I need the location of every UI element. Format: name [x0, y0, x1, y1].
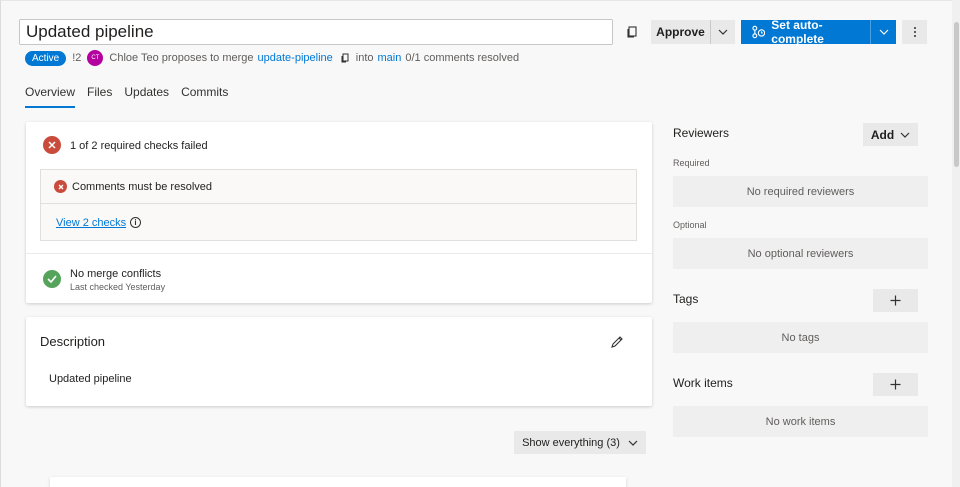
chevron-down-icon — [900, 132, 910, 138]
status-badge: Active — [25, 50, 67, 66]
edit-icon — [611, 336, 623, 348]
comments-check-row: Comments must be resolved — [41, 170, 636, 204]
tags-title: Tags — [673, 292, 699, 306]
copy-icon — [627, 26, 637, 38]
checks-detail-box: Comments must be resolved View 2 checks … — [40, 169, 637, 241]
copy-icon[interactable] — [339, 52, 351, 64]
checks-card: 1 of 2 required checks failed Comments m… — [26, 122, 652, 303]
checks-summary: 1 of 2 required checks failed — [70, 140, 208, 152]
source-branch-link[interactable]: update-pipeline — [258, 52, 333, 64]
more-icon — [913, 27, 916, 37]
optional-label: Optional — [673, 220, 707, 230]
description-text: Updated pipeline — [49, 373, 132, 385]
copy-title-button[interactable] — [624, 24, 640, 40]
tab-commits[interactable]: Commits — [181, 85, 228, 109]
avatar[interactable]: CT — [87, 50, 104, 66]
tab-updates[interactable]: Updates — [124, 85, 169, 109]
add-reviewer-label: Add — [870, 127, 895, 142]
auto-complete-icon — [752, 25, 766, 39]
comments-check-text: Comments must be resolved — [72, 181, 212, 193]
plus-icon — [890, 295, 901, 306]
auto-complete-button-group: Set auto-complete — [741, 18, 896, 46]
edit-description-button[interactable] — [610, 335, 624, 349]
scrollbar-thumb[interactable] — [954, 22, 959, 167]
error-icon — [54, 180, 67, 193]
merge-last-checked: Last checked Yesterday — [70, 282, 166, 292]
set-auto-complete-label: Set auto-complete — [771, 18, 824, 46]
pr-tabs: Overview Files Updates Commits — [25, 85, 240, 109]
more-actions-button[interactable] — [902, 20, 927, 44]
activity-card — [50, 477, 626, 487]
reviewers-title: Reviewers — [673, 126, 730, 140]
merge-status: No merge conflicts — [70, 268, 162, 280]
add-reviewer-button[interactable]: Add — [863, 123, 918, 146]
approve-button-group: Approve — [651, 20, 735, 44]
show-everything-label: Show everything (3) — [522, 436, 620, 449]
approve-button[interactable]: Approve — [651, 20, 711, 44]
pr-id: !2 — [72, 52, 82, 64]
page-scrollbar[interactable] — [952, 0, 960, 487]
approve-options-button[interactable] — [711, 20, 735, 44]
divider — [26, 253, 652, 254]
set-auto-complete-button[interactable]: Set auto-complete — [741, 18, 871, 46]
error-icon — [43, 136, 61, 154]
tab-overview[interactable]: Overview — [25, 85, 76, 109]
description-card: Description Updated pipeline — [26, 317, 652, 406]
required-reviewers-empty: No required reviewers — [673, 176, 928, 207]
add-work-item-button[interactable] — [873, 373, 918, 396]
add-tag-button[interactable] — [873, 289, 918, 312]
check-icon — [43, 270, 61, 288]
optional-reviewers-empty: No optional reviewers — [673, 238, 928, 269]
plus-icon — [890, 379, 901, 390]
chevron-down-icon — [628, 440, 638, 446]
required-label: Required — [673, 158, 710, 168]
work-items-title: Work items — [673, 376, 733, 390]
into-text: into — [355, 52, 374, 64]
tags-empty: No tags — [673, 322, 928, 353]
author-text: Chloe Teo proposes to merge — [109, 52, 254, 64]
chevron-down-icon — [879, 29, 888, 35]
pr-meta-line: Active !2 CT Chloe Teo proposes to merge… — [25, 50, 519, 66]
show-everything-button[interactable]: Show everything (3) — [514, 431, 646, 454]
tab-files[interactable]: Files — [87, 85, 112, 109]
work-items-empty: No work items — [673, 406, 928, 437]
chevron-down-icon — [718, 29, 728, 35]
auto-complete-options-button[interactable] — [871, 20, 896, 44]
pr-title-input[interactable]: Updated pipeline — [19, 19, 613, 45]
comments-resolved: 0/1 comments resolved — [405, 52, 520, 64]
info-icon[interactable]: i — [130, 217, 141, 228]
target-branch-link[interactable]: main — [378, 52, 402, 64]
description-title: Description — [40, 334, 106, 349]
view-checks-link[interactable]: View 2 checks — [56, 217, 126, 229]
